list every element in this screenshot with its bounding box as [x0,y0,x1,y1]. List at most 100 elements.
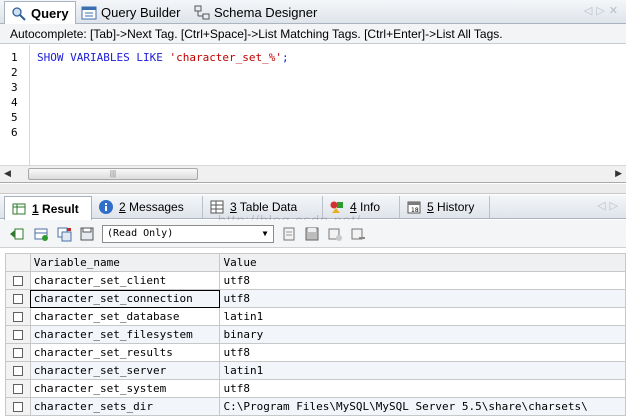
svg-text:18: 18 [411,207,419,214]
row-checkbox[interactable] [12,366,23,376]
scrollbar-thumb[interactable]: ||| [28,168,198,180]
table-row[interactable]: character_set_client utf8 [5,271,626,290]
row-checkbox-cell[interactable] [5,307,31,326]
copy-row-icon[interactable] [56,226,72,242]
result-tab-nav-controls: ◁▷ [597,199,622,212]
value-cell[interactable]: utf8 [219,343,626,362]
variable-name-cell[interactable]: character_set_server [29,361,221,380]
save-icon[interactable] [304,226,320,242]
result-mode-value: (Read Only) [107,228,174,239]
variable-name-cell[interactable]: character_set_database [29,307,221,326]
table-row[interactable]: character_sets_dir C:\Program Files\MySQ… [5,397,626,416]
cancel-icon[interactable] [327,226,343,242]
sql-string-literal: 'character_set_%' [169,51,283,64]
tab-result[interactable]: 1 Result [4,196,92,220]
tab-scroll-right-icon[interactable]: ▷ [596,5,608,17]
sql-terminator: ; [282,51,289,64]
tab-result-num: 1 [32,201,39,216]
table-row[interactable]: character_set_connection utf8 [5,289,626,308]
row-checkbox-cell[interactable] [5,343,31,362]
row-checkbox[interactable] [12,276,23,286]
value-cell[interactable]: utf8 [219,289,626,308]
sql-keywords: SHOW VARIABLES LIKE [37,51,170,64]
row-checkbox[interactable] [12,348,23,358]
editor-horizontal-scrollbar[interactable]: ◀ ||| ▶ [0,165,626,182]
row-selector-header[interactable] [5,253,31,272]
table-row[interactable]: character_set_system utf8 [5,379,626,398]
code-line-1[interactable]: SHOW VARIABLES LIKE 'character_set_%'; [37,50,289,65]
tab-history[interactable]: 18 5 History [400,196,490,218]
insert-row-icon[interactable] [33,226,49,242]
value-cell[interactable]: latin1 [219,361,626,380]
table-row[interactable]: character_set_filesystem binary [5,325,626,344]
line-number: 4 [11,96,18,109]
grid-header-row: Variable_name Value [5,253,626,272]
row-checkbox-cell[interactable] [5,271,31,290]
save-grid-icon[interactable] [79,226,95,242]
query-tabs-bar: Query Query Builder Schema Designer ◁▷✕ [0,0,626,25]
variable-name-cell[interactable]: character_set_system [29,379,221,398]
value-cell[interactable]: utf8 [219,379,626,398]
tab-history-num: 5 [427,200,434,214]
line-number: 2 [11,66,18,79]
table-row[interactable]: character_set_database latin1 [5,307,626,326]
tab-messages-num: 2 [119,200,126,214]
variable-name-cell[interactable]: character_set_client [29,271,221,290]
result-grid-icon [12,203,26,214]
calendar-history-icon: 18 [407,201,421,214]
row-checkbox-cell[interactable] [5,289,31,308]
row-checkbox[interactable] [12,330,23,340]
row-checkbox[interactable] [12,402,23,412]
sql-editor[interactable]: 1 2 3 4 5 6 SHOW VARIABLES LIKE 'charact… [0,45,626,183]
tab-query[interactable]: Query [4,1,76,25]
line-number: 3 [11,81,18,94]
query-builder-icon [81,6,97,19]
refresh-icon[interactable] [281,226,297,242]
tab-scroll-left-icon[interactable]: ◁ [584,5,596,17]
result-tab-scroll-left-icon[interactable]: ◁ [597,200,609,212]
variable-name-cell[interactable]: character_sets_dir [29,397,221,416]
tab-close-icon[interactable]: ✕ [609,5,622,17]
query-icon [12,6,26,21]
table-row[interactable]: character_set_server latin1 [5,361,626,380]
tab-query-builder-label: Query Builder [101,5,181,20]
tab-messages-label: Messages [125,200,184,214]
line-number-gutter: 1 2 3 4 5 6 [0,45,30,165]
autocomplete-hint: Autocomplete: [Tab]->Next Tag. [Ctrl+Spa… [0,24,626,44]
tab-query-builder[interactable]: Query Builder [75,1,186,24]
table-row[interactable]: character_set_results utf8 [5,343,626,362]
tab-result-label: Result [38,201,79,216]
tab-query-label: Query [31,6,69,21]
line-number: 5 [11,111,18,124]
variable-name-cell[interactable]: character_set_connection [29,289,221,308]
value-cell[interactable]: binary [219,325,626,344]
row-checkbox-cell[interactable] [5,361,31,380]
schema-designer-icon [194,5,210,19]
line-number: 1 [11,51,18,64]
variable-name-cell[interactable]: character_set_filesystem [29,325,221,344]
delete-row-icon[interactable] [350,226,366,242]
pane-splitter[interactable] [0,184,626,194]
column-header-value[interactable]: Value [219,253,626,272]
row-checkbox-cell[interactable] [5,379,31,398]
value-cell[interactable]: utf8 [219,271,626,290]
result-tab-scroll-right-icon[interactable]: ▷ [610,200,622,212]
row-checkbox-cell[interactable] [5,397,31,416]
scroll-left-arrow-icon[interactable]: ◀ [4,168,11,179]
row-checkbox[interactable] [12,384,23,394]
export-icon[interactable] [9,226,25,242]
tab-messages[interactable]: 2 Messages [92,196,203,218]
tab-schema-designer-label: Schema Designer [214,5,318,20]
variable-name-cell[interactable]: character_set_results [29,343,221,362]
value-cell[interactable]: C:\Program Files\MySQL\MySQL Server 5.5\… [219,397,626,416]
row-checkbox[interactable] [12,312,23,322]
result-toolbar: (Read Only) ▼ [0,220,626,248]
scroll-right-arrow-icon[interactable]: ▶ [615,168,622,179]
tab-schema-designer[interactable]: Schema Designer [188,1,323,24]
row-checkbox[interactable] [12,294,23,304]
line-number: 6 [11,126,18,139]
value-cell[interactable]: latin1 [219,307,626,326]
row-checkbox-cell[interactable] [5,325,31,344]
result-mode-select[interactable]: (Read Only) ▼ [102,225,274,243]
column-header-variable-name[interactable]: Variable_name [29,253,221,272]
